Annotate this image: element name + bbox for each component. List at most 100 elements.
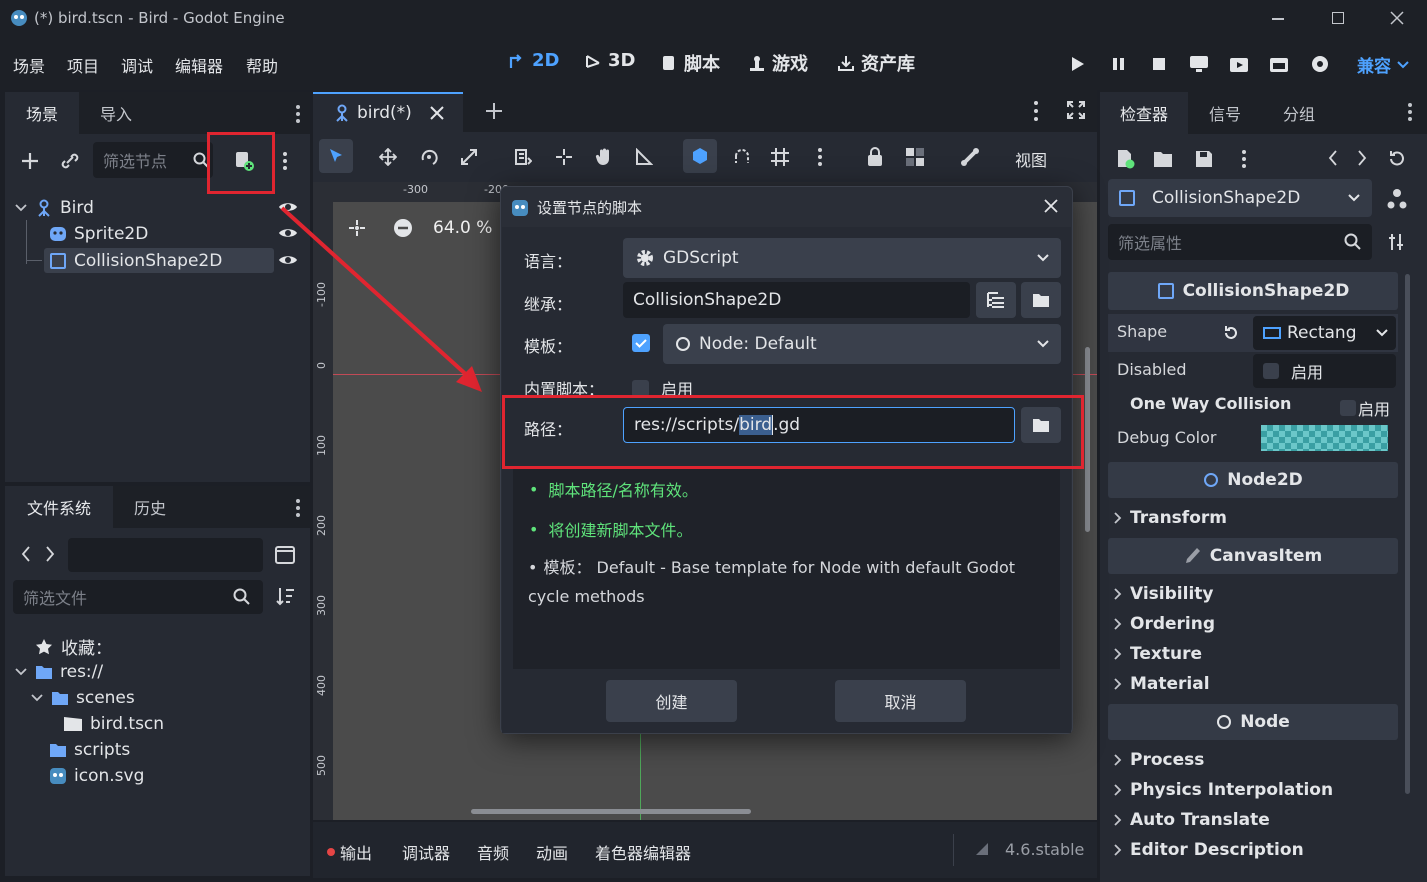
group-transform[interactable]: Transform	[1114, 508, 1227, 528]
fs-scenes-folder[interactable]: scenes	[31, 688, 135, 708]
tab-import[interactable]: 导入	[79, 92, 153, 134]
shape-resource-picker[interactable]: Rectang	[1253, 316, 1396, 350]
smart-snap-button[interactable]	[683, 139, 717, 173]
maximize-button[interactable]	[1332, 12, 1344, 24]
minimize-button[interactable]	[1272, 18, 1284, 20]
visibility-eye-icon[interactable]	[278, 253, 298, 267]
workspace-script[interactable]: 脚本	[660, 50, 720, 76]
fs-res-root[interactable]: res://	[15, 662, 103, 682]
inherits-tree-button[interactable]	[976, 282, 1016, 318]
attach-script-icon[interactable]	[233, 150, 255, 172]
path-field[interactable]	[68, 538, 263, 572]
group-icon[interactable]	[905, 147, 925, 167]
group-auto-translate[interactable]: Auto Translate	[1114, 810, 1270, 830]
play-scene-icon[interactable]	[1229, 55, 1249, 73]
tab-bird-scene[interactable]: bird(*)	[313, 92, 463, 132]
tab-inspector[interactable]: 检查器	[1100, 92, 1188, 134]
new-scene-tab-icon[interactable]	[485, 102, 503, 120]
fs-icon-svg[interactable]: icon.svg	[49, 766, 144, 786]
split-view-icon[interactable]	[275, 546, 295, 564]
snap-magnet-icon[interactable]	[733, 148, 751, 166]
scene-menu-icon[interactable]	[282, 151, 288, 171]
workspace-2d[interactable]: 2D	[508, 50, 559, 71]
node-selector-dropdown[interactable]: CollisionShape2D	[1108, 179, 1372, 217]
tab-scene[interactable]: 场景	[5, 92, 79, 134]
scale-mode-icon[interactable]	[460, 148, 478, 166]
pan-hand-icon[interactable]	[595, 147, 615, 167]
fs-scripts-folder[interactable]: scripts	[49, 740, 130, 760]
tab-groups[interactable]: 分组	[1262, 92, 1336, 134]
remote-debug-icon[interactable]	[1189, 55, 1209, 73]
visibility-eye-icon[interactable]	[278, 200, 298, 214]
tree-node-sprite2d[interactable]: Sprite2D	[49, 222, 148, 246]
tab-animation[interactable]: 动画	[536, 840, 568, 864]
workspace-game[interactable]: 游戏	[748, 50, 808, 76]
lock-icon[interactable]	[866, 147, 884, 167]
tree-node-collisionshape2d[interactable]: CollisionShape2D	[44, 248, 274, 273]
group-texture[interactable]: Texture	[1114, 644, 1202, 664]
disabled-checkbox[interactable]: 启用	[1253, 354, 1396, 388]
scene-tab-menu-icon[interactable]	[1033, 100, 1039, 122]
inherits-input[interactable]: CollisionShape2D	[623, 282, 970, 318]
forward-icon[interactable]	[45, 546, 55, 562]
movie-maker-icon[interactable]	[1310, 54, 1330, 74]
back-icon[interactable]	[21, 546, 31, 562]
dock-menu-icon[interactable]	[295, 104, 301, 124]
filter-options-icon[interactable]	[1388, 233, 1406, 251]
tab-signals[interactable]: 信号	[1188, 92, 1262, 134]
zoom-center-icon[interactable]	[348, 219, 366, 237]
distraction-free-icon[interactable]	[1067, 101, 1085, 119]
open-folder-icon[interactable]	[1153, 150, 1173, 168]
menu-scene[interactable]: 场景	[13, 53, 45, 77]
fs-favorites[interactable]: 收藏：	[35, 634, 112, 659]
rotate-mode-icon[interactable]	[420, 148, 438, 166]
h-scrollbar[interactable]	[471, 809, 751, 814]
history-icon[interactable]	[1387, 149, 1407, 169]
pivot-icon[interactable]	[555, 148, 573, 166]
list-select-icon[interactable]	[514, 148, 532, 166]
group-visibility[interactable]: Visibility	[1114, 584, 1214, 604]
tree-node-bird[interactable]: Bird	[15, 196, 94, 220]
add-node-icon[interactable]	[21, 152, 39, 170]
object-tree-icon[interactable]	[1386, 188, 1408, 210]
bone-icon[interactable]	[960, 147, 980, 167]
update-spinner-icon[interactable]	[973, 840, 991, 858]
inspector-scrollbar[interactable]	[1405, 274, 1410, 794]
debug-color-swatch[interactable]	[1261, 425, 1388, 451]
forward-icon[interactable]	[1357, 150, 1367, 166]
menu-project[interactable]: 项目	[67, 53, 99, 77]
group-editor-description[interactable]: Editor Description	[1114, 840, 1304, 860]
group-physics-interpolation[interactable]: Physics Interpolation	[1114, 780, 1333, 800]
dock-menu-icon[interactable]	[295, 498, 301, 518]
tab-shader-editor[interactable]: 着色器编辑器	[595, 840, 691, 864]
resource-menu-icon[interactable]	[1241, 149, 1247, 169]
stop-icon[interactable]	[1152, 57, 1166, 71]
language-dropdown[interactable]: GDScript	[623, 238, 1061, 278]
sort-icon[interactable]	[275, 586, 295, 606]
new-resource-icon[interactable]	[1115, 149, 1135, 169]
menu-debug[interactable]: 调试	[121, 53, 153, 77]
path-input[interactable]: res://scripts/bird .gd	[623, 407, 1015, 443]
instantiate-scene-icon[interactable]	[60, 152, 80, 170]
workspace-3d[interactable]: 3D	[584, 50, 635, 71]
back-icon[interactable]	[1328, 150, 1338, 166]
grid-snap-icon[interactable]	[770, 147, 790, 167]
group-material[interactable]: Material	[1114, 674, 1210, 694]
dialog-close-button[interactable]	[1044, 199, 1058, 213]
fs-bird-tscn[interactable]: bird.tscn	[63, 714, 164, 734]
dock-menu-icon[interactable]	[1407, 102, 1413, 122]
select-mode-button[interactable]	[319, 139, 353, 173]
ruler-icon[interactable]	[635, 148, 653, 166]
file-filter-input[interactable]: 筛选文件	[13, 580, 263, 614]
tab-history[interactable]: 历史	[113, 486, 187, 528]
close-window-button[interactable]	[1390, 11, 1404, 25]
group-ordering[interactable]: Ordering	[1114, 614, 1215, 634]
path-browse-button[interactable]	[1021, 407, 1061, 443]
tab-output[interactable]: 输出	[327, 840, 372, 864]
property-filter-input[interactable]: 筛选属性	[1108, 224, 1372, 260]
snap-options-icon[interactable]	[817, 147, 823, 167]
play-custom-scene-icon[interactable]	[1269, 55, 1289, 73]
menu-help[interactable]: 帮助	[246, 53, 278, 77]
zoom-level[interactable]: 64.0 %	[433, 218, 492, 238]
group-process[interactable]: Process	[1114, 750, 1204, 770]
